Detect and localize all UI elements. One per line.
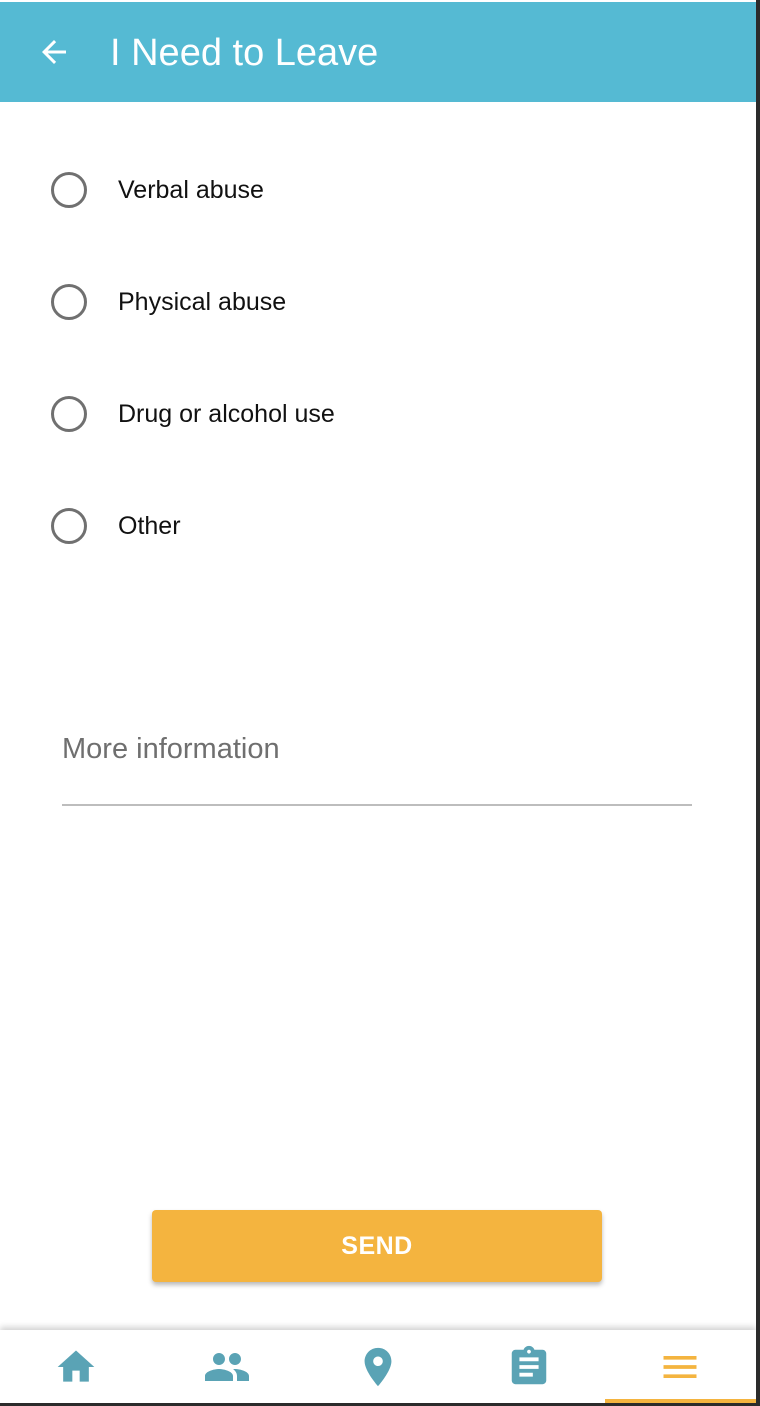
menu-icon xyxy=(663,1355,697,1378)
bottom-navigation xyxy=(0,1330,756,1403)
radio-button[interactable] xyxy=(51,284,87,320)
radio-option-label: Drug or alcohol use xyxy=(118,399,335,428)
more-information-field xyxy=(62,718,692,806)
radio-button[interactable] xyxy=(51,396,87,432)
home-icon xyxy=(57,1350,94,1382)
radio-button[interactable] xyxy=(51,508,87,544)
screen: I Need to Leave Verbal abuse Physical ab… xyxy=(0,0,756,1403)
radio-option-physical-abuse[interactable]: Physical abuse xyxy=(48,272,648,332)
arrow-left-icon xyxy=(42,40,66,64)
radio-option-label: Verbal abuse xyxy=(118,175,264,204)
location-pin-icon xyxy=(364,1347,392,1386)
nav-item-location[interactable] xyxy=(302,1330,453,1403)
page-title: I Need to Leave xyxy=(110,32,379,74)
people-icon xyxy=(204,1352,249,1381)
radio-option-other[interactable]: Other xyxy=(48,496,648,556)
app-bar: I Need to Leave xyxy=(0,2,756,102)
radio-option-label: Other xyxy=(118,511,181,540)
back-button[interactable] xyxy=(30,28,78,76)
nav-item-home[interactable] xyxy=(0,1330,151,1403)
clipboard-icon xyxy=(511,1345,547,1384)
nav-item-people[interactable] xyxy=(151,1330,302,1403)
more-information-input[interactable] xyxy=(62,718,692,780)
radio-option-drug-alcohol[interactable]: Drug or alcohol use xyxy=(48,384,648,444)
nav-item-menu[interactable] xyxy=(604,1330,756,1403)
radio-option-label: Physical abuse xyxy=(118,287,287,316)
nav-item-clipboard[interactable] xyxy=(454,1330,605,1403)
radio-option-verbal-abuse[interactable]: Verbal abuse xyxy=(48,160,648,220)
radio-button[interactable] xyxy=(51,172,87,208)
send-button[interactable]: SEND xyxy=(152,1210,602,1282)
